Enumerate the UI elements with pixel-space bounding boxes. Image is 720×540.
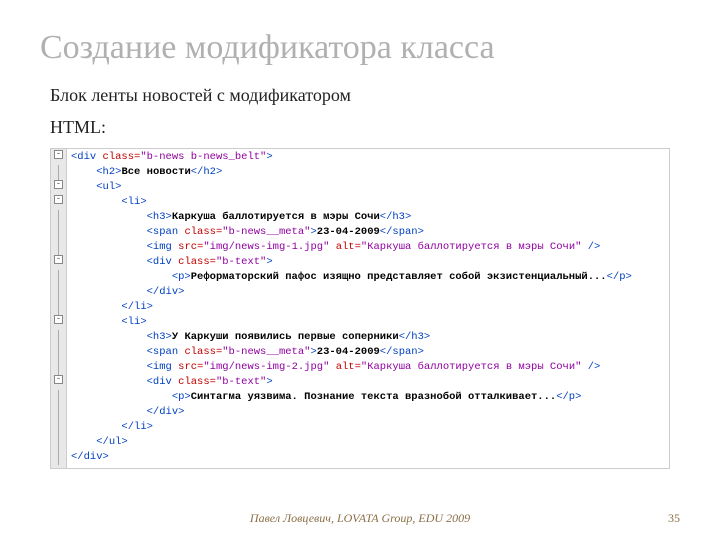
fold-toggle-icon[interactable]: - [54,255,63,264]
fold-toggle-icon[interactable]: - [54,315,63,324]
code-line: <li> [71,315,632,330]
fold-toggle-icon[interactable]: - [54,150,63,159]
subtitle-line2: HTML: [0,109,720,141]
fold-guide-line [58,285,59,300]
code-block: - - - - - - <div class="b-news b-news_belt"> … [50,148,670,469]
code-line: </li> [71,300,632,315]
code-line: </div> [71,285,632,300]
slide-title: Создание модификатора класса [0,0,720,77]
code-line: <h3>У Каркуши появились первые соперники… [71,330,632,345]
code-line: <div class="b-news b-news_belt"> [71,150,632,165]
code-line: <span class="b-news__meta">23-04-2009</s… [71,345,632,360]
fold-toggle-icon[interactable]: - [54,180,63,189]
code-line: <span class="b-news__meta">23-04-2009</s… [71,225,632,240]
code-line: </ul> [71,435,632,450]
code-line: </div> [71,450,632,465]
code-line: <div class="b-text"> [71,255,632,270]
footer-credit: Павел Ловцевич, LOVATA Group, EDU 2009 [0,511,720,526]
code-line: <img src="img/news-img-1.jpg" alt="Карку… [71,240,632,255]
code-fold-gutter: - - - - - - [51,149,67,468]
fold-toggle-icon[interactable]: - [54,375,63,384]
fold-guide-line [58,330,59,345]
page-number: 35 [668,511,680,526]
fold-guide-line [58,300,59,315]
fold-guide-line [58,210,59,225]
code-line: <img src="img/news-img-2.jpg" alt="Карку… [71,360,632,375]
code-line: </li> [71,420,632,435]
fold-guide-line [58,450,59,465]
fold-guide-line [58,405,59,420]
fold-guide-line [58,360,59,375]
code-line: <p>Синтагма уязвима. Познание текста вра… [71,390,632,405]
code-lines: <div class="b-news b-news_belt"> <h2>Все… [67,149,636,468]
fold-guide-line [58,390,59,405]
fold-guide-line [58,225,59,240]
fold-guide-line [58,345,59,360]
code-line: <li> [71,195,632,210]
code-line: <h2>Все новости</h2> [71,165,632,180]
fold-guide-line [58,165,59,180]
code-line: <div class="b-text"> [71,375,632,390]
fold-guide-line [58,435,59,450]
code-line: <p>Реформаторский пафос изящно представл… [71,270,632,285]
code-line: <ul> [71,180,632,195]
fold-guide-line [58,420,59,435]
code-line: <h3>Каркуша баллотируется в мэры Сочи</h… [71,210,632,225]
code-line: </div> [71,405,632,420]
fold-toggle-icon[interactable]: - [54,195,63,204]
fold-guide-line [58,270,59,285]
fold-guide-line [58,240,59,255]
subtitle-line1: Блок ленты новостей с модификатором [0,77,720,109]
